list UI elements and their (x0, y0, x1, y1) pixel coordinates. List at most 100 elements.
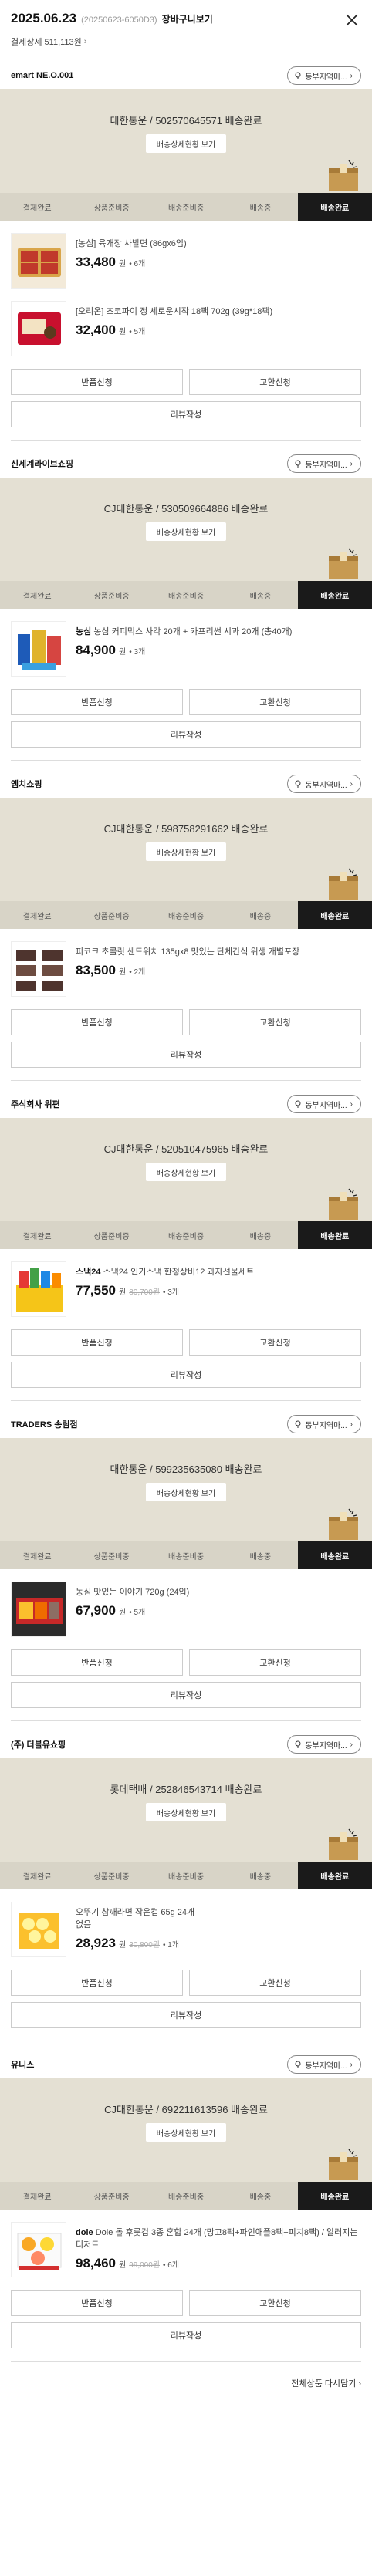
review-button[interactable]: 리뷰작성 (11, 1362, 361, 1388)
product-name[interactable]: 스낵24 스낵24 인기스낵 한정상비12 과자선물세트 (76, 1266, 361, 1278)
return-button[interactable]: 반품신청 (11, 689, 183, 715)
order-item[interactable]: 농심 농심 커피믹스 사각 20개 + 카프리썬 시과 20개 (총40개) 84… (11, 621, 361, 677)
shipment-panel: 롯데택배 / 252846543714 배송완료 배송상세현황 보기 결제완료 상품준… (0, 1758, 372, 1889)
store-section: TRADERS 송림점 동부지역마... › 대한통운 / 599235635080… (0, 1410, 372, 1721)
item-info: dole Dole 돌 후룻컵 3종 혼합 24개 (망고8팩+파인애플8팩+피… (76, 2222, 361, 2277)
review-button[interactable]: 리뷰작성 (11, 1042, 361, 1068)
review-button[interactable]: 리뷰작성 (11, 2322, 361, 2348)
track-detail-button[interactable]: 배송상세현황 보기 (146, 134, 226, 153)
store-header: 주식회사 위편 동부지역마... › (0, 1090, 372, 1118)
carrier-tracking: CJ대한통운 / 692211613596 배송완료 (104, 2104, 268, 2115)
delivery-step: 배송완료 (297, 1541, 372, 1569)
delivery-step: 결제완료 (22, 1232, 52, 1241)
delivery-step: 결제완료 (22, 2193, 52, 2202)
quantity-value: 3개 (167, 1288, 180, 1297)
product-thumbnail[interactable] (11, 1902, 66, 1957)
region-button[interactable]: 동부지역마... › (287, 1415, 361, 1433)
payment-detail-text: 결제상세 511,113원 (11, 38, 82, 47)
product-name[interactable]: [오리온] 초코파이 정 세로운시작 18팩 702g (39g*18팩) (76, 306, 361, 318)
product-name[interactable]: 농심 농심 커피믹스 사각 20개 + 카프리썬 시과 20개 (총40개) (76, 626, 361, 638)
product-thumbnail[interactable] (11, 1261, 66, 1317)
order-item[interactable]: dole Dole 돌 후룻컵 3종 혼합 24개 (망고8팩+파인애플8팩+피… (11, 2222, 361, 2277)
section-divider (11, 440, 361, 441)
store-name: (주) 더블유쇼핑 (11, 1740, 66, 1750)
exchange-button[interactable]: 교환신청 (189, 2290, 361, 2316)
chevron-right-icon: › (83, 37, 87, 46)
exchange-button[interactable]: 교환신청 (189, 369, 361, 395)
product-thumbnail[interactable] (11, 1582, 66, 1637)
return-button[interactable]: 반품신청 (11, 2290, 183, 2316)
delivery-step: 배송준비중 (168, 2193, 205, 2202)
order-item[interactable]: 오뚜기 참깨라면 작은컵 65g 24개 없음 28,923 원 30,800원 • 1개 (11, 1902, 361, 1957)
delivery-step: 배송중 (249, 1232, 272, 1241)
review-button[interactable]: 리뷰작성 (11, 721, 361, 748)
price-row: 98,460 원 99,000원 • 6개 (76, 2256, 361, 2271)
return-button[interactable]: 반품신청 (11, 1009, 183, 1035)
price-row: 77,550 원 80,700원 • 3개 (76, 1283, 361, 1298)
region-button[interactable]: 동부지역마... › (287, 1095, 361, 1113)
review-button[interactable]: 리뷰작성 (11, 401, 361, 427)
delivery-step: 배송완료 (297, 901, 372, 929)
order-item[interactable]: 피코크 초콜릿 샌드위치 135gx8 맛있는 단체간식 위생 개별포장 83,5… (11, 941, 361, 997)
product-name[interactable]: 오뚜기 참깨라면 작은컵 65g 24개 (76, 1906, 361, 1919)
item-list: 스낵24 스낵24 인기스낵 한정상비12 과자선물세트 77,550 원 80,70… (0, 1249, 372, 1317)
region-button[interactable]: 동부지역마... › (287, 66, 361, 85)
exchange-button[interactable]: 교환신청 (189, 1970, 361, 1996)
track-detail-button[interactable]: 배송상세현황 보기 (146, 1163, 226, 1181)
product-thumbnail[interactable] (11, 301, 66, 356)
track-detail-button[interactable]: 배송상세현황 보기 (146, 1483, 226, 1501)
payment-detail-link[interactable]: 결제상세 511,113원 › (11, 35, 86, 48)
return-button[interactable]: 반품신청 (11, 1970, 183, 1996)
original-price: 99,000원 (129, 2261, 160, 2270)
order-item[interactable]: [농심] 육개장 사발면 (86gx6입) 33,480 원 • 6개 (11, 233, 361, 289)
re-add-all-link[interactable]: 전체상품 다시담기 › (0, 2371, 372, 2389)
product-thumbnail[interactable] (11, 2222, 66, 2277)
store-name: 유니스 (11, 2061, 35, 2070)
product-thumbnail[interactable] (11, 941, 66, 997)
exchange-button[interactable]: 교환신청 (189, 689, 361, 715)
product-thumbnail[interactable] (11, 233, 66, 289)
review-button[interactable]: 리뷰작성 (11, 2002, 361, 2028)
order-item[interactable]: 농심 맛있는 이야기 720g (24입) 67,900 원 • 5개 (11, 1582, 361, 1637)
product-brand: dole (76, 2228, 93, 2237)
product-thumbnail[interactable] (11, 621, 66, 677)
action-row: 반품신청 교환신청 (0, 369, 372, 395)
order-item[interactable]: [오리온] 초코파이 정 세로운시작 18팩 702g (39g*18팩) 32,… (11, 301, 361, 356)
order-item[interactable]: 스낵24 스낵24 인기스낵 한정상비12 과자선물세트 77,550 원 80,70… (11, 1261, 361, 1317)
quantity: • 1개 (163, 1941, 180, 1950)
region-button[interactable]: 동부지역마... › (287, 2055, 361, 2074)
track-detail-button[interactable]: 배송상세현황 보기 (146, 1803, 226, 1821)
region-label: 동부지역마... (305, 781, 347, 790)
product-name[interactable]: dole Dole 돌 후룻컵 3종 혼합 24개 (망고8팩+파인애플8팩+피… (76, 2227, 361, 2251)
track-detail-button[interactable]: 배송상세현황 보기 (146, 2123, 226, 2142)
currency-unit: 원 (119, 1941, 127, 1950)
price-row: 32,400 원 • 5개 (76, 322, 361, 338)
region-button[interactable]: 동부지역마... › (287, 454, 361, 473)
shipment-panel: CJ대한통운 / 530509664886 배송완료 배송상세현황 보기 결제완료 상… (0, 478, 372, 609)
section-divider (11, 1080, 361, 1081)
currency-unit: 원 (119, 648, 127, 657)
region-button[interactable]: 동부지역마... › (287, 775, 361, 793)
product-name[interactable]: [농심] 육개장 사발면 (86gx6입) (76, 238, 361, 250)
exchange-button[interactable]: 교환신청 (189, 1649, 361, 1676)
review-button[interactable]: 리뷰작성 (11, 1682, 361, 1708)
return-button[interactable]: 반품신청 (11, 369, 183, 395)
delivery-step: 상품준비중 (93, 1552, 130, 1561)
track-detail-button[interactable]: 배송상세현황 보기 (146, 842, 226, 861)
product-name[interactable]: 농심 맛있는 이야기 720g (24입) (76, 1586, 361, 1599)
price-row: 28,923 원 30,800원 • 1개 (76, 1936, 361, 1951)
return-button[interactable]: 반품신청 (11, 1649, 183, 1676)
track-detail-button[interactable]: 배송상세현황 보기 (146, 522, 226, 541)
close-icon[interactable] (344, 12, 360, 28)
carrier-tracking: 대한통운 / 599235635080 배송완료 (110, 1464, 262, 1475)
region-button[interactable]: 동부지역마... › (287, 1735, 361, 1754)
product-price: 83,500 (76, 963, 116, 977)
exchange-button[interactable]: 교환신청 (189, 1329, 361, 1356)
product-name[interactable]: 피코크 초콜릿 샌드위치 135gx8 맛있는 단체간식 위생 개별포장 (76, 946, 361, 958)
return-button[interactable]: 반품신청 (11, 1329, 183, 1356)
shipment-panel: CJ대한통운 / 692211613596 배송완료 배송상세현황 보기 결제완료 상… (0, 2078, 372, 2210)
cart-view-link[interactable]: 장바구니보기 (162, 12, 213, 25)
item-info: 농심 농심 커피믹스 사각 20개 + 카프리썬 시과 20개 (총40개) 84… (76, 621, 361, 677)
delivered-box-icon (329, 160, 358, 191)
exchange-button[interactable]: 교환신청 (189, 1009, 361, 1035)
